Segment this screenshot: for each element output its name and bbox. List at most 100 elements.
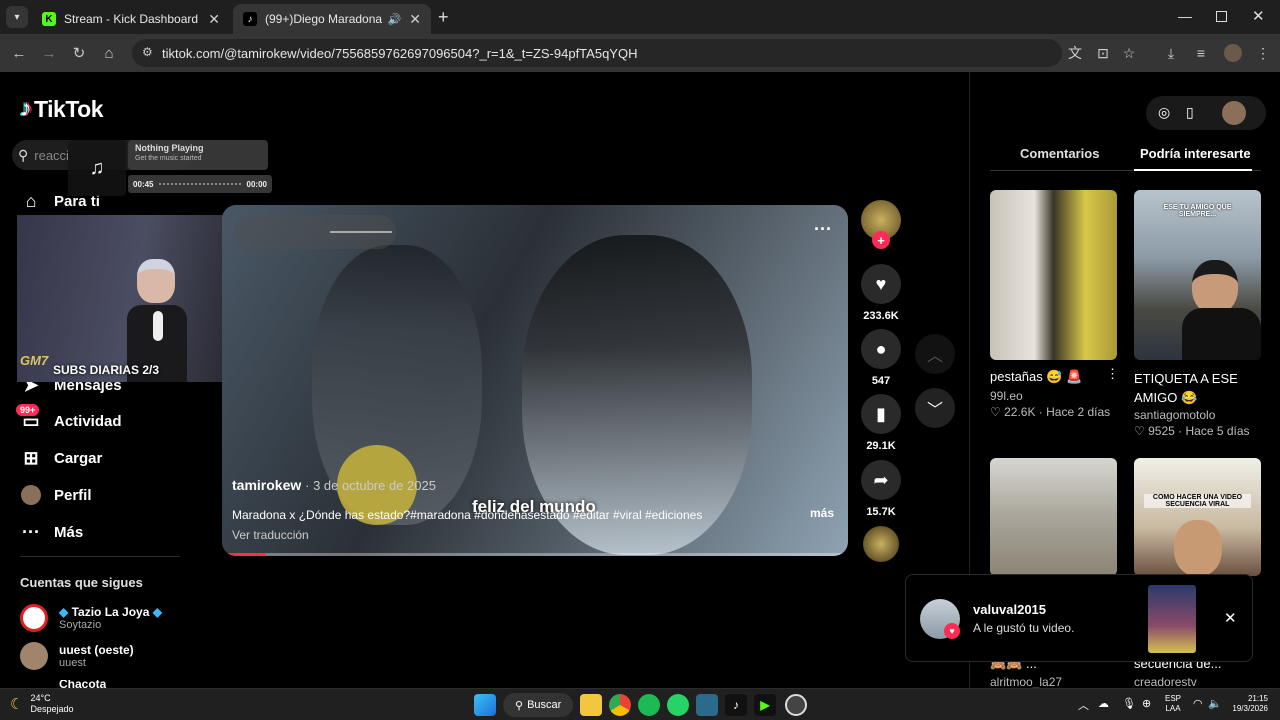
taskbar-search[interactable]: ⚲ Buscar (503, 693, 573, 717)
notification-toast[interactable]: ♥ valuval2015 A le gustó tu video. ✕ (905, 574, 1253, 662)
time-end: 00:00 (246, 179, 267, 189)
wifi-icon[interactable]: ◠ (1193, 697, 1203, 710)
spotify-icon[interactable] (638, 694, 660, 716)
video-author[interactable]: tamirokew (232, 477, 301, 493)
reload-icon[interactable]: ↻ (68, 42, 90, 64)
clock[interactable]: 21:15 19/3/2026 (1226, 694, 1268, 714)
tab-tiktok[interactable]: ♪ (99+)Diego Maradona Edit 🔊 ✕ (233, 4, 431, 34)
nav-cargar[interactable]: ⊞ Cargar (20, 447, 102, 469)
card-time: Hace 5 días (1185, 424, 1250, 438)
profile-avatar[interactable] (1222, 101, 1246, 125)
tray-chevron-icon[interactable]: ︿ (1078, 697, 1089, 713)
progress-dots (159, 183, 241, 185)
logo-text: TikTok (34, 95, 104, 122)
card-author[interactable]: 99l.eo (990, 389, 1023, 403)
card-more-icon[interactable]: ⋮ (1106, 366, 1119, 382)
plus-square-icon: ⊞ (23, 447, 39, 468)
card-author[interactable]: creadorestv (1134, 675, 1197, 689)
nav-actividad[interactable]: ▭ 99+ Actividad (16, 404, 122, 432)
nav-perfil[interactable]: Perfil (20, 484, 92, 506)
following-item[interactable]: uuest (oeste) uuest (20, 642, 134, 670)
app-icon[interactable] (696, 694, 718, 716)
volume-icon[interactable]: 🔈 (1208, 697, 1222, 710)
video-more-link[interactable]: más (810, 506, 834, 520)
recommended-card[interactable] (990, 190, 1117, 360)
comment-count: 547 (871, 375, 891, 387)
search-input[interactable]: reacci (34, 148, 69, 163)
share-icon: ➦ (873, 469, 889, 490)
following-item[interactable]: Chacota (59, 680, 106, 688)
save-button[interactable]: ▮ (861, 394, 901, 434)
site-settings-icon[interactable]: ⚙ (142, 45, 153, 59)
profile-avatar-icon[interactable] (1222, 42, 1244, 64)
search-icon: ⚲ (515, 699, 524, 712)
back-icon[interactable]: ← (8, 42, 30, 64)
follow-plus-icon[interactable]: + (872, 231, 890, 249)
windows-start-icon[interactable] (474, 694, 496, 716)
file-explorer-icon[interactable] (580, 694, 602, 716)
close-tab-icon[interactable]: ✕ (208, 11, 220, 28)
mobile-icon[interactable]: ▯ (1186, 104, 1194, 121)
close-tab-icon[interactable]: ✕ (409, 11, 421, 28)
tab-comentarios[interactable]: Comentarios (1020, 146, 1099, 161)
close-window-icon[interactable]: ✕ (1252, 7, 1265, 25)
tray-vpn-icon[interactable]: ⊕ (1142, 697, 1151, 710)
scroll-down-button[interactable]: ﹀ (915, 388, 955, 428)
compass-icon[interactable]: ◎ (1158, 104, 1170, 121)
forward-icon[interactable]: → (38, 42, 60, 64)
download-icon[interactable]: ⤓ (1160, 42, 1182, 64)
whatsapp-icon[interactable] (667, 694, 689, 716)
video-progress-track[interactable] (222, 553, 848, 556)
media-control-icon[interactable]: ≡ (1190, 42, 1212, 64)
following-item[interactable]: ◆ Tazio La Joya ◆ Soytazio (20, 604, 162, 632)
card-title[interactable]: ETIQUETA A ESE AMIGO 😂 (1134, 369, 1261, 407)
card-title[interactable]: pestañas 😅 🚨 (990, 369, 1082, 385)
comment-button[interactable]: ● (861, 329, 901, 369)
tiktok-icon[interactable]: ♪ (725, 694, 747, 716)
video-more-icon[interactable]: ··· (814, 219, 832, 240)
card-author[interactable]: santiagomotolo (1134, 408, 1215, 422)
tiktok-page: ♪ TikTok ⚲ reacci ⌂ Para ti ➤ Mensajes ▭… (0, 72, 1280, 689)
close-icon[interactable]: ✕ (1224, 609, 1237, 627)
menu-kebab-icon[interactable]: ⋮ (1252, 42, 1274, 64)
scroll-up-button[interactable]: ︿ (915, 334, 955, 374)
volume-slider[interactable] (234, 215, 396, 249)
maximize-icon[interactable] (1216, 11, 1227, 22)
music-disc-icon[interactable] (863, 526, 899, 562)
heart-outline-icon: ♡ (990, 405, 1001, 419)
minimize-icon[interactable]: — (1178, 8, 1192, 24)
recommended-card[interactable]: ESE TU AMIGO QUE SIEMPRE... (1134, 190, 1261, 360)
like-button[interactable]: ♥ (861, 264, 901, 304)
weather-widget[interactable]: ☾ 24°C Despejado (10, 693, 73, 715)
tab-podria-interesarte[interactable]: Podría interesarte (1140, 146, 1251, 161)
card-author[interactable]: alritmoo_la27 (990, 675, 1062, 689)
tab-kick[interactable]: K Stream - Kick Dashboard ✕ (32, 4, 230, 34)
nav-mas[interactable]: ··· Más (20, 521, 83, 543)
tab-title: Stream - Kick Dashboard (64, 12, 199, 26)
share-button[interactable]: ➦ (861, 460, 901, 500)
card-overlay-text: COMO HACER UNA VIDEO SECUENCIA VIRAL (1144, 494, 1251, 508)
new-tab-button[interactable]: + (438, 7, 449, 28)
obs-icon[interactable] (785, 694, 807, 716)
tray-cloud-icon[interactable]: ☁ (1098, 697, 1109, 710)
bookmark-icon: ▮ (876, 403, 886, 424)
following-name: uuest (oeste) (59, 643, 134, 657)
translate-link[interactable]: Ver traducción (232, 528, 309, 542)
language-indicator[interactable]: ESP LAA (1165, 694, 1181, 714)
install-app-icon[interactable]: ⊡ (1092, 42, 1114, 64)
tiktok-logo[interactable]: ♪ TikTok (20, 95, 104, 123)
recommended-card[interactable] (990, 458, 1117, 576)
divider (20, 556, 180, 557)
address-bar[interactable]: ⚙ tiktok.com/@tamirokew/video/7556859762… (132, 39, 1062, 67)
speaker-icon[interactable]: 🔊 (388, 13, 402, 26)
video-player[interactable]: ··· feliz del mundo tamirokew · 3 de oct… (222, 205, 848, 556)
translate-icon[interactable]: 文 (1064, 42, 1086, 64)
bookmark-star-icon[interactable]: ☆ (1118, 42, 1140, 64)
home-icon[interactable]: ⌂ (98, 42, 120, 64)
tab-search-button[interactable]: ▾ (6, 6, 28, 28)
chrome-icon[interactable] (609, 694, 631, 716)
recommended-card[interactable]: COMO HACER UNA VIDEO SECUENCIA VIRAL (1134, 458, 1261, 576)
kick-icon[interactable]: ▶ (754, 694, 776, 716)
following-name-text: Tazio La Joya (71, 605, 150, 619)
tray-mic-icon[interactable]: 🎙 (1122, 697, 1136, 710)
